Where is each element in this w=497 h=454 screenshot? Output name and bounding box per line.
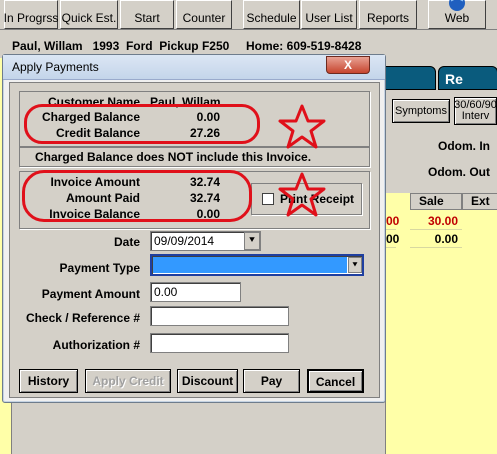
payment-type-select[interactable]: ⯆ xyxy=(150,254,364,276)
charged-balance-notice: Charged Balance does NOT include this In… xyxy=(35,150,312,164)
star-annotation-icon xyxy=(278,104,326,149)
apply-credit-button[interactable]: Apply Credit xyxy=(85,369,171,393)
start-button[interactable]: Start xyxy=(120,0,174,29)
user-list-button[interactable]: User List xyxy=(301,0,357,29)
grid-row1-left: 00 xyxy=(386,214,400,230)
in-progress-button[interactable]: In Progrss xyxy=(4,0,58,29)
counter-label: Counter xyxy=(182,11,226,25)
in-progress-label: In Progrss xyxy=(3,11,59,25)
user-list-label: User List xyxy=(305,11,353,25)
tab-background-2[interactable]: Re xyxy=(438,66,497,90)
payment-type-dropdown-icon[interactable]: ⯆ xyxy=(348,257,362,273)
highlight-ring-invoice xyxy=(22,170,252,222)
authorization-label: Authorization # xyxy=(52,338,140,352)
customer-vehicle-line: Paul, Willam 1993 Ford Pickup F250 Home:… xyxy=(12,39,362,53)
quick-estimate-label: Quick Est. xyxy=(61,11,117,25)
calendar-dropdown-icon[interactable]: ⯆ xyxy=(244,232,260,250)
date-label: Date xyxy=(113,235,140,249)
interval-button[interactable]: 30/60/90 Interv xyxy=(454,97,497,125)
interval-line2: Interv xyxy=(461,110,490,122)
history-button[interactable]: History xyxy=(19,369,78,393)
schedule-label: Schedule xyxy=(246,11,297,25)
dialog-title: Apply Payments xyxy=(12,60,99,74)
tab-right-label: Re xyxy=(445,71,463,87)
check-reference-field[interactable] xyxy=(150,306,289,326)
schedule-button[interactable]: Schedule xyxy=(243,0,300,29)
close-icon: X xyxy=(343,58,352,72)
payment-type-selection xyxy=(153,257,347,273)
symptoms-label: Symptoms xyxy=(395,104,447,117)
symptoms-button[interactable]: Symptoms xyxy=(392,99,450,123)
grid-header-sale[interactable]: Sale xyxy=(410,193,462,210)
grid-row2-left: 00 xyxy=(386,232,400,248)
reports-button[interactable]: Reports xyxy=(359,0,417,29)
payment-type-label: Payment Type xyxy=(59,261,140,275)
quick-estimate-button[interactable]: Quick Est. xyxy=(60,0,118,29)
counter-button[interactable]: Counter xyxy=(176,0,232,29)
reports-label: Reports xyxy=(366,11,410,25)
main-toolbar: In Progrss Quick Est. Start Counter Sche… xyxy=(0,0,497,30)
close-button[interactable]: X xyxy=(326,56,370,74)
payment-amount-label: Payment Amount xyxy=(41,287,140,301)
payment-amount-value: 0.00 xyxy=(154,285,178,299)
web-label: Web xyxy=(444,11,470,25)
check-reference-label: Check / Reference # xyxy=(25,311,140,325)
payment-amount-field[interactable]: 0.00 xyxy=(150,282,241,302)
dialog-title-bar[interactable]: Apply Payments X xyxy=(3,55,385,80)
odom-out-label: Odom. Out xyxy=(428,165,490,179)
date-value: 09/09/2014 xyxy=(154,234,215,248)
grid-row1-sale: 30.00 xyxy=(410,213,462,230)
start-label: Start xyxy=(134,11,160,25)
highlight-ring-balances xyxy=(24,104,260,144)
authorization-field[interactable] xyxy=(150,333,289,353)
grid-header-ext[interactable]: Ext xyxy=(462,193,497,210)
pay-button[interactable]: Pay xyxy=(243,369,300,393)
globe-icon xyxy=(449,0,465,11)
grid-row2-sale: 0.00 xyxy=(410,231,462,248)
star-annotation-icon xyxy=(278,172,326,217)
discount-button[interactable]: Discount xyxy=(177,369,238,393)
cancel-button[interactable]: Cancel xyxy=(307,369,364,393)
line-items-grid: Sale Ext 00 30.00 00 0.00 xyxy=(385,193,497,454)
web-button[interactable]: Web xyxy=(428,0,486,29)
print-receipt-checkbox[interactable] xyxy=(262,193,274,205)
odom-in-label: Odom. In xyxy=(438,139,490,153)
